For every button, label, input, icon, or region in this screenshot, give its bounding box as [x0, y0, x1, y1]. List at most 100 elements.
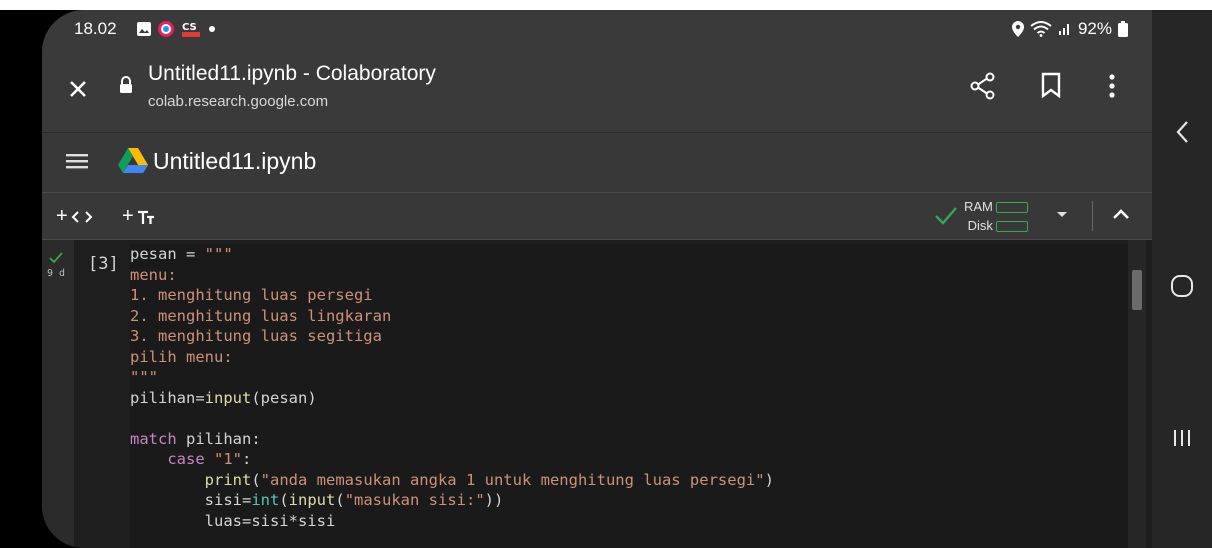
bookmark-icon[interactable] [1040, 72, 1062, 98]
back-button[interactable] [1152, 110, 1212, 154]
cell-exec-time: 9 d [47, 268, 66, 279]
ram-label: RAM [964, 199, 993, 214]
browser-toolbar: Untitled11.ipynb - Colaboratory colab.re… [42, 46, 1152, 132]
code-token: "1" [214, 450, 242, 468]
code-line: match pilihan: [130, 429, 1130, 450]
status-time: 18.02 [74, 19, 117, 38]
code-token: pesan = [130, 245, 205, 263]
dot-icon [209, 26, 215, 32]
code-token: ( [251, 470, 261, 489]
code-line: sisi=int(input("masukan sisi:")) [130, 490, 1130, 511]
code-token: 2. menghitung luas lingkaran [130, 306, 392, 325]
text-format-icon [137, 210, 154, 224]
status-bar: 18.02 CS 92% [42, 10, 1152, 46]
code-line: 2. menghitung luas lingkaran [130, 306, 1130, 327]
code-token: menu: [130, 265, 177, 284]
code-editor[interactable]: pesan = """ menu: 1. menghitung luas perse… [130, 244, 1130, 548]
code-line: luas=sisi*sisi [130, 511, 1130, 532]
gallery-icon [137, 22, 151, 36]
add-code-plus: + [56, 205, 68, 227]
code-token: "anda memasukan angka 1 untuk menghitung… [260, 470, 765, 489]
left-bezel [0, 10, 42, 548]
status-right: 92% [1011, 19, 1128, 39]
home-button[interactable] [1152, 264, 1212, 308]
code-token: pilihan= [130, 388, 205, 407]
code-line: print("anda memasukan angka 1 untuk meng… [130, 470, 1130, 491]
code-token: match [130, 429, 177, 448]
share-icon[interactable] [970, 72, 996, 100]
cell-exec-count[interactable]: [3] [88, 254, 119, 274]
ram-row: RAM [964, 197, 1028, 216]
add-text-plus: + [122, 205, 134, 227]
close-icon [70, 81, 86, 97]
code-icon [71, 210, 93, 223]
disk-bar [995, 221, 1028, 233]
wifi-icon [1030, 21, 1052, 37]
recent-apps-icon [1174, 430, 1190, 446]
more-options-icon[interactable] [1108, 72, 1116, 100]
signal-icon [1058, 24, 1069, 35]
code-token: pilih menu: [130, 347, 233, 366]
toolbar-divider [1092, 201, 1093, 231]
code-token: )) [484, 491, 504, 509]
code-token: 3. menghitung luas segitiga [130, 327, 382, 345]
ram-bar [995, 202, 1028, 214]
connected-check-icon [935, 207, 957, 225]
disk-label: Disk [967, 218, 993, 233]
menu-icon[interactable] [66, 151, 88, 171]
location-icon [1011, 21, 1024, 37]
cell-success-icon [49, 252, 63, 264]
code-token: """ [204, 245, 233, 263]
app-icon [158, 21, 174, 37]
code-line: menu: [130, 265, 1130, 286]
code-line: pesan = """ [130, 244, 1130, 265]
code-token: ( [279, 491, 289, 509]
resource-monitor[interactable]: RAM Disk [964, 197, 1028, 235]
code-line: 3. menghitung luas segitiga [130, 326, 1130, 347]
code-token: """ [130, 368, 158, 386]
cell-gutter: 9 d [42, 240, 74, 548]
code-token: input [204, 388, 252, 407]
lock-icon [120, 76, 132, 93]
page-title: Untitled11.ipynb - Colaboratory [148, 62, 436, 85]
back-icon [1176, 121, 1188, 143]
notebook-title[interactable]: Untitled11.ipynb [153, 148, 316, 175]
chevron-up-icon[interactable] [1112, 207, 1130, 221]
code-token: print [204, 470, 252, 489]
notebook-area: 9 d [3] pesan = """ menu: 1. menghitung lu… [42, 240, 1152, 548]
code-token: pilihan: [176, 429, 261, 448]
code-line: pilih menu: [130, 347, 1130, 368]
code-token: : [242, 450, 252, 468]
recent-apps-button[interactable] [1152, 416, 1212, 460]
code-token: ( [335, 491, 345, 509]
android-nav-bar [1152, 10, 1212, 548]
code-token: int [251, 491, 280, 509]
scrollbar[interactable] [1132, 270, 1142, 310]
home-icon [1171, 275, 1193, 297]
battery-icon [1118, 21, 1128, 37]
code-line: 1. menghitung luas persegi [130, 285, 1130, 306]
code-token: case [167, 450, 205, 468]
top-strip [0, 0, 1212, 10]
add-text-cell-button[interactable]: + [122, 205, 155, 228]
camscanner-icon: CS [182, 22, 200, 37]
colab-toolbar: + + RAM Disk [42, 192, 1152, 240]
code-line: """ [130, 367, 1130, 388]
code-token: sisi= [130, 491, 252, 509]
code-token: luas=sisi*sisi [130, 511, 336, 530]
code-line: pilihan=input(pesan) [130, 388, 1130, 409]
phone-screen: 18.02 CS 92% Untitled11.ipynb - Colabora… [42, 10, 1152, 548]
disk-row: Disk [964, 216, 1028, 235]
add-code-cell-button[interactable]: + [56, 205, 93, 228]
close-tab-button[interactable] [62, 73, 94, 105]
colab-header: Untitled11.ipynb [42, 132, 1152, 192]
page-url: colab.research.google.com [148, 93, 329, 110]
code-line: case "1": [130, 449, 1130, 470]
code-token: 1. menghitung luas persegi [130, 286, 373, 304]
status-notification-icons: CS [136, 20, 217, 38]
chevron-down-icon[interactable] [1055, 209, 1069, 219]
